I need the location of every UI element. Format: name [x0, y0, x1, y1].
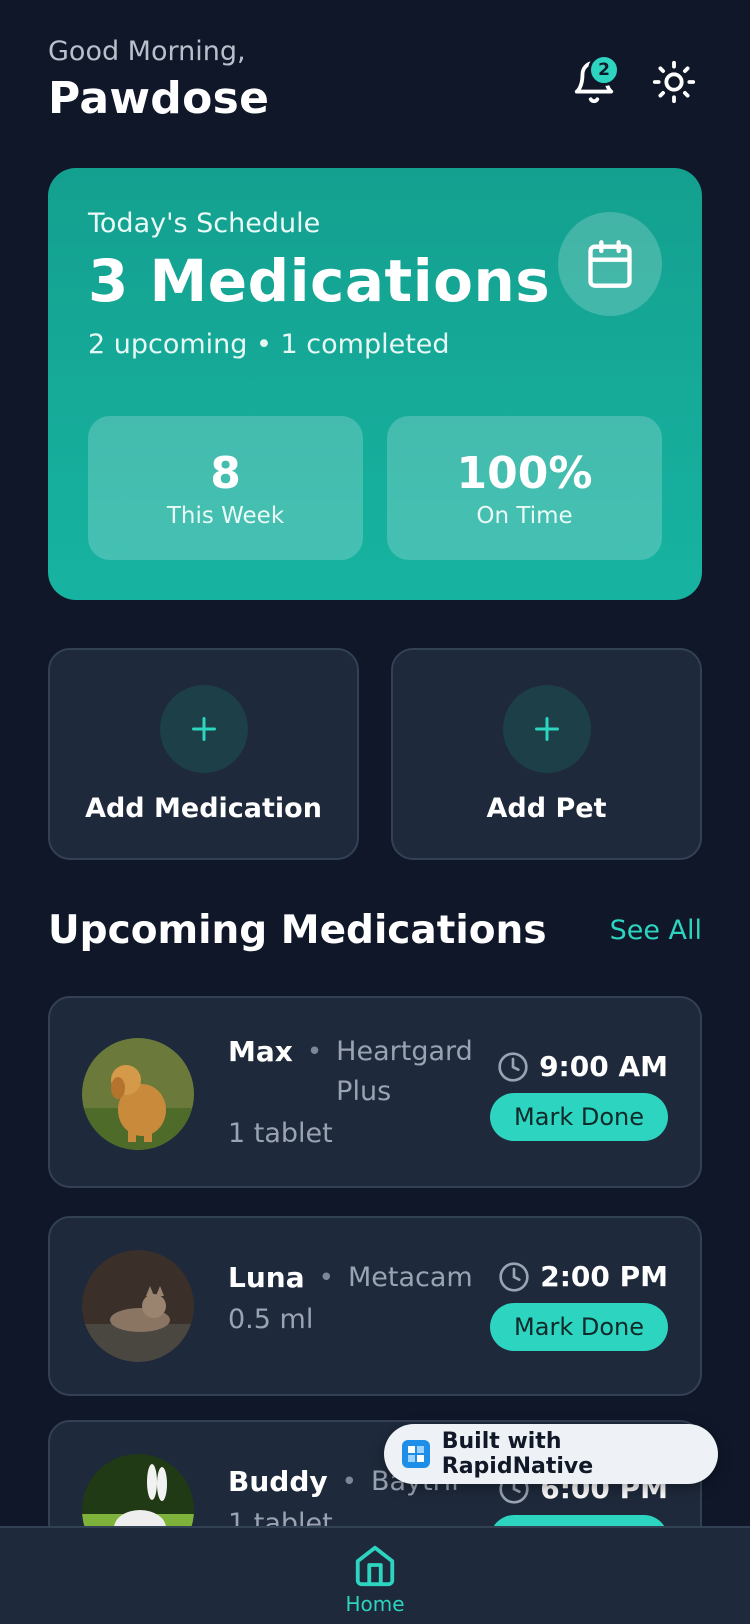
stat-this-week: 8 This Week [88, 416, 363, 560]
stat-value: 100% [456, 447, 593, 499]
medication-card[interactable]: Luna • Metacam 0.5 ml 2:00 PM Mark Done [48, 1216, 702, 1396]
separator-dot: • [306, 1037, 323, 1067]
see-all-link[interactable]: See All [610, 915, 702, 946]
bottom-tab-bar: Home [0, 1526, 750, 1624]
built-with-text: Built with RapidNative [441, 1429, 594, 1479]
built-with-badge[interactable]: Built with RapidNative [384, 1424, 718, 1484]
medication-info: Luna • Metacam 0.5 ml [228, 1258, 478, 1335]
section-title: Upcoming Medications [48, 908, 547, 953]
pet-name: Buddy [228, 1465, 328, 1498]
notification-badge: 2 [588, 54, 620, 86]
cat-photo-icon [82, 1250, 194, 1362]
drug-name: Heartgard Plus [336, 1036, 473, 1107]
plus-circle [159, 684, 248, 773]
plus-circle [502, 684, 591, 773]
stat-value: 8 [210, 447, 241, 499]
medication-info: Max • Heartgard Plus 1 tablet [228, 1032, 478, 1149]
add-pet-button[interactable]: Add Pet [391, 648, 702, 860]
plus-icon [191, 716, 216, 741]
home-icon [355, 1545, 395, 1587]
add-pet-label: Add Pet [486, 792, 607, 824]
tab-home-label: Home [345, 1592, 405, 1616]
stat-label: This Week [166, 502, 285, 529]
medication-time-actions: 2:00 PM Mark Done [490, 1260, 668, 1351]
separator-dot: • [341, 1467, 357, 1497]
add-medication-button[interactable]: Add Medication [48, 648, 359, 860]
calendar-badge [558, 212, 662, 316]
dog-photo-icon [82, 1038, 194, 1150]
todays-schedule-card[interactable]: Today's Schedule 3 Medications 2 upcomin… [48, 168, 702, 600]
dose-text: 1 tablet [228, 1118, 333, 1149]
stat-label: On Time [476, 502, 573, 529]
plus-icon [534, 716, 559, 741]
medication-time-actions: 9:00 AM Mark Done [490, 1050, 668, 1141]
header-actions: 2 [566, 54, 702, 110]
tab-home[interactable]: Home [340, 1542, 410, 1616]
dose-time: 2:00 PM [540, 1260, 668, 1293]
schedule-summary: 2 upcoming • 1 completed [88, 329, 450, 360]
pet-avatar [82, 1038, 194, 1150]
clock-icon [499, 1261, 529, 1292]
calendar-icon [588, 240, 632, 288]
stat-on-time: 100% On Time [387, 416, 662, 560]
header: Good Morning, Pawdose 2 [48, 36, 702, 136]
upcoming-section-header: Upcoming Medications See All [48, 908, 702, 953]
drug-name: Metacam [347, 1262, 473, 1293]
mark-done-button[interactable]: Mark Done [490, 1303, 668, 1351]
separator-dot: • [318, 1263, 334, 1293]
sun-icon [652, 60, 696, 104]
add-medication-label: Add Medication [85, 792, 322, 824]
dose-time: 9:00 AM [539, 1050, 668, 1083]
quick-actions: Add Medication Add Pet [48, 648, 702, 860]
pet-avatar [82, 1250, 194, 1362]
pet-name: Max [228, 1035, 293, 1068]
rapidnative-logo-icon [402, 1440, 430, 1468]
pet-name: Luna [228, 1261, 305, 1294]
mark-done-button[interactable]: Mark Done [490, 1093, 668, 1141]
dose-text: 0.5 ml [228, 1304, 314, 1335]
notifications-button[interactable]: 2 [566, 54, 622, 110]
clock-icon [498, 1051, 528, 1082]
theme-toggle-button[interactable] [646, 54, 702, 110]
medication-card[interactable]: Max • Heartgard Plus 1 tablet 9:00 AM Ma… [48, 996, 702, 1188]
schedule-stats: 8 This Week 100% On Time [88, 416, 662, 560]
